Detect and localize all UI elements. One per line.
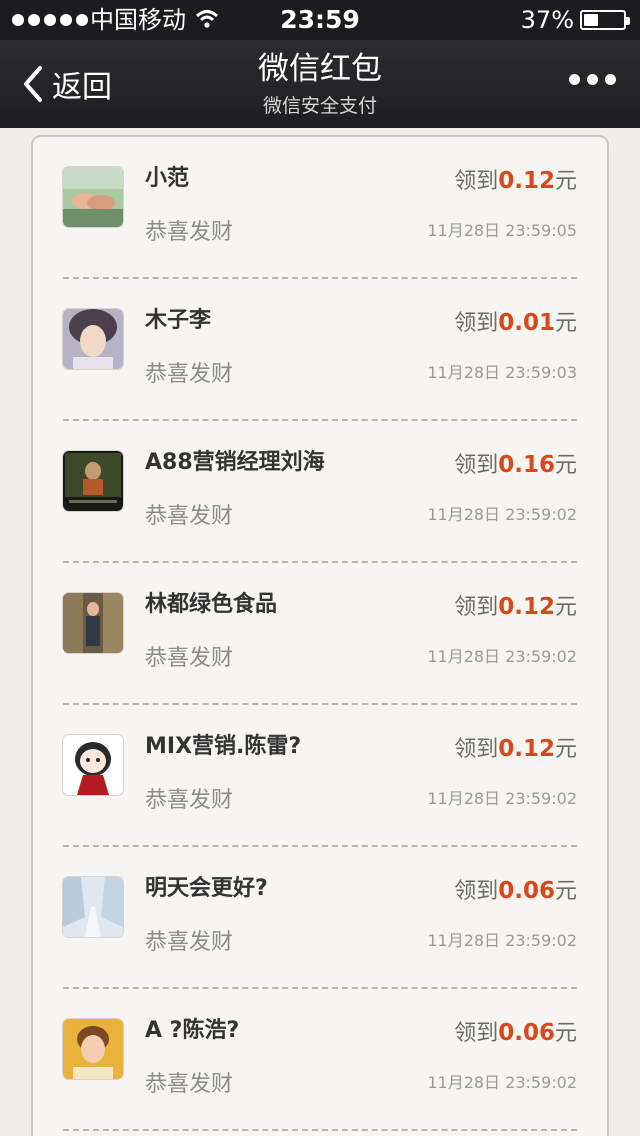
amount-value: 0.01 xyxy=(498,310,555,336)
amount-line: 领到0.06元 xyxy=(454,878,577,904)
amount-value: 0.12 xyxy=(498,736,555,762)
portrait-photo-icon xyxy=(63,309,123,369)
blessing-text: 恭喜发财 xyxy=(145,646,234,671)
red-packet-record-list: 小范 领到0.12元 恭喜发财 11月28日 23:59:05 木子李 领到0.… xyxy=(31,135,609,1136)
more-options-button[interactable] xyxy=(569,74,616,85)
timestamp: 11月28日 23:59:02 xyxy=(427,789,577,808)
navigation-bar: 返回 微信红包 微信安全支付 xyxy=(0,40,640,128)
avatar xyxy=(63,1019,123,1079)
page-title: 微信红包 xyxy=(258,51,382,87)
sender-name: 木子李 xyxy=(145,308,212,333)
page-subtitle: 微信安全支付 xyxy=(262,95,377,117)
snow-trees-icon xyxy=(63,877,123,937)
sender-name: A88营销经理刘海 xyxy=(145,450,325,475)
status-bar: 中国移动 23:59 37% xyxy=(0,0,640,40)
sender-name: 林都绿色食品 xyxy=(145,592,278,617)
list-item[interactable]: 明天会更好? 领到0.06元 恭喜发财 11月28日 23:59:02 xyxy=(33,847,607,989)
list-item[interactable]: MIX营销.陈雷? 领到0.12元 恭喜发财 11月28日 23:59:02 xyxy=(33,705,607,847)
avatar xyxy=(63,309,123,369)
blessing-text: 恭喜发财 xyxy=(145,1072,234,1097)
list-item[interactable]: 小范 领到0.12元 恭喜发财 11月28日 23:59:05 xyxy=(33,137,607,279)
amount-line: 领到0.01元 xyxy=(454,310,577,336)
avatar xyxy=(63,167,123,227)
amount-line: 领到0.12元 xyxy=(454,594,577,620)
sender-name: A ?陈浩? xyxy=(145,1018,240,1043)
sender-name: 明天会更好? xyxy=(145,876,268,901)
list-item[interactable]: 木子李 领到0.01元 恭喜发财 11月28日 23:59:03 xyxy=(33,279,607,421)
list-item[interactable]: A ?陈浩? 领到0.06元 恭喜发财 11月28日 23:59:02 xyxy=(33,989,607,1131)
battery-icon xyxy=(580,10,630,30)
blessing-text: 恭喜发财 xyxy=(145,504,234,529)
blessing-text: 恭喜发财 xyxy=(145,788,234,813)
battery-level-fill xyxy=(584,14,598,26)
sender-name: 小范 xyxy=(145,166,190,191)
cartoon-girl-icon xyxy=(63,735,123,795)
amount-value: 0.06 xyxy=(498,1020,555,1046)
timestamp: 11月28日 23:59:03 xyxy=(427,363,577,382)
avatar xyxy=(63,735,123,795)
shop-photo-icon xyxy=(63,593,123,653)
blessing-text: 恭喜发财 xyxy=(145,220,234,245)
amount-value: 0.12 xyxy=(498,168,555,194)
dashed-divider xyxy=(63,1129,577,1131)
amount-line: 领到0.12元 xyxy=(454,168,577,194)
amount-value: 0.12 xyxy=(498,594,555,620)
battery-percent: 37% xyxy=(520,6,574,34)
amount-value: 0.06 xyxy=(498,878,555,904)
timestamp: 11月28日 23:59:02 xyxy=(427,505,577,524)
avatar xyxy=(63,451,123,511)
timestamp: 11月28日 23:59:02 xyxy=(427,647,577,666)
avatar xyxy=(63,877,123,937)
list-item[interactable]: 林都绿色食品 领到0.12元 恭喜发财 11月28日 23:59:02 xyxy=(33,563,607,705)
avatar xyxy=(63,593,123,653)
more-dots-icon xyxy=(569,74,580,85)
sender-name: MIX营销.陈雷? xyxy=(145,734,302,759)
amount-line: 领到0.16元 xyxy=(454,452,577,478)
timestamp: 11月28日 23:59:05 xyxy=(427,221,577,240)
boy-photo-icon xyxy=(63,1019,123,1079)
blessing-text: 恭喜发财 xyxy=(145,362,234,387)
amount-line: 领到0.06元 xyxy=(454,1020,577,1046)
timestamp: 11月28日 23:59:02 xyxy=(427,931,577,950)
hands-photo-icon xyxy=(63,167,123,227)
blessing-text: 恭喜发财 xyxy=(145,930,234,955)
dark-photo-icon xyxy=(63,451,123,511)
amount-value: 0.16 xyxy=(498,452,555,478)
amount-line: 领到0.12元 xyxy=(454,736,577,762)
timestamp: 11月28日 23:59:02 xyxy=(427,1073,577,1092)
list-item[interactable]: A88营销经理刘海 领到0.16元 恭喜发财 11月28日 23:59:02 xyxy=(33,421,607,563)
